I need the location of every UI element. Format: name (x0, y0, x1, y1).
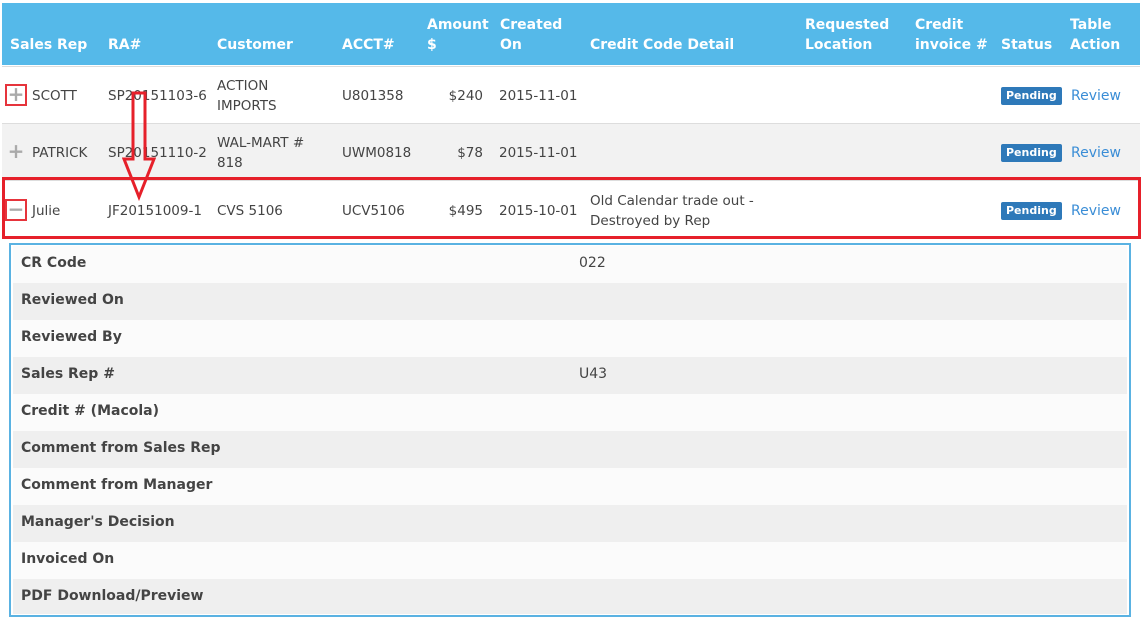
minus-icon[interactable]: − (5, 199, 27, 221)
cell-customer: CVS 5106 (217, 203, 283, 219)
plus-icon[interactable]: + (7, 141, 25, 161)
header-requested-location[interactable]: Requested Location (805, 15, 889, 55)
detail-label: Reviewed By (21, 329, 122, 345)
detail-row: Comment from Sales Rep (13, 431, 1127, 469)
table-row: + PATRICK SP20151110-2 WAL-MART # 818 UW… (2, 123, 1140, 180)
detail-value: 022 (579, 255, 606, 271)
detail-row: PDF Download/Preview (13, 579, 1127, 614)
detail-label: Comment from Sales Rep (21, 440, 221, 456)
cell-created-on: 2015-11-01 (499, 145, 578, 161)
detail-label: Manager's Decision (21, 514, 175, 530)
cell-customer: WAL-MART # 818 (217, 135, 305, 171)
cell-ra: JF20151009-1 (108, 203, 202, 219)
status-badge: Pending (1001, 202, 1062, 220)
pdf-download-link[interactable]: PDF Download/Preview (21, 588, 203, 604)
detail-row: Comment from Manager (13, 468, 1127, 506)
detail-row: Invoiced On (13, 542, 1127, 580)
cell-amount: $495 (448, 203, 483, 219)
header-amount[interactable]: Amount $ (427, 15, 489, 55)
header-customer[interactable]: Customer (217, 35, 293, 55)
detail-row: Manager's Decision (13, 505, 1127, 543)
cell-acct: UCV5106 (342, 203, 405, 219)
plus-icon[interactable]: + (5, 84, 27, 106)
status-badge: Pending (1001, 144, 1062, 162)
table-row: + SCOTT SP20151103-6 ACTION IMPORTS U801… (2, 66, 1140, 123)
cell-created-on: 2015-11-01 (499, 88, 578, 104)
detail-label: Sales Rep # (21, 366, 115, 382)
table-header: Sales Rep RA# Customer ACCT# Amount $ Cr… (2, 3, 1140, 65)
header-status[interactable]: Status (1001, 35, 1052, 55)
cell-sales-rep: PATRICK (32, 145, 88, 161)
detail-row: Reviewed By (13, 320, 1127, 358)
detail-label: Comment from Manager (21, 477, 213, 493)
header-table-action[interactable]: Table Action (1070, 15, 1120, 55)
cell-sales-rep: SCOTT (32, 88, 77, 104)
detail-label: Credit # (Macola) (21, 403, 160, 419)
cell-amount: $78 (457, 145, 483, 161)
down-arrow-icon (122, 91, 156, 201)
detail-row: Reviewed On (13, 283, 1127, 321)
table-row-expanded: − Julie JF20151009-1 CVS 5106 UCV5106 $4… (2, 180, 1140, 239)
expanded-detail-panel: CR Code 022 Reviewed On Reviewed By Sales… (9, 243, 1131, 617)
detail-label: CR Code (21, 255, 87, 271)
detail-label: Reviewed On (21, 292, 124, 308)
header-credit-code-detail[interactable]: Credit Code Detail (590, 35, 734, 55)
header-acct[interactable]: ACCT# (342, 35, 395, 55)
header-created-on[interactable]: Created On (500, 15, 562, 55)
detail-row: Sales Rep # U43 (13, 357, 1127, 395)
detail-row: CR Code 022 (13, 246, 1127, 284)
header-sales-rep[interactable]: Sales Rep (10, 35, 87, 55)
cell-sales-rep: Julie (32, 203, 61, 219)
cell-acct: UWM0818 (342, 145, 412, 161)
header-ra[interactable]: RA# (108, 35, 141, 55)
detail-value: U43 (579, 366, 608, 382)
cell-customer: ACTION IMPORTS (217, 78, 277, 114)
cell-amount: $240 (448, 88, 483, 104)
status-badge: Pending (1001, 87, 1062, 105)
cell-created-on: 2015-10-01 (499, 203, 578, 219)
cell-acct: U801358 (342, 88, 404, 104)
review-link[interactable]: Review (1071, 86, 1121, 106)
detail-row: Credit # (Macola) (13, 394, 1127, 432)
header-credit-invoice[interactable]: Credit invoice # (915, 15, 988, 55)
detail-label: Invoiced On (21, 551, 115, 567)
review-link[interactable]: Review (1071, 201, 1121, 221)
review-link[interactable]: Review (1071, 143, 1121, 163)
cell-credit-code-detail: Old Calendar trade out - Destroyed by Re… (590, 193, 754, 229)
